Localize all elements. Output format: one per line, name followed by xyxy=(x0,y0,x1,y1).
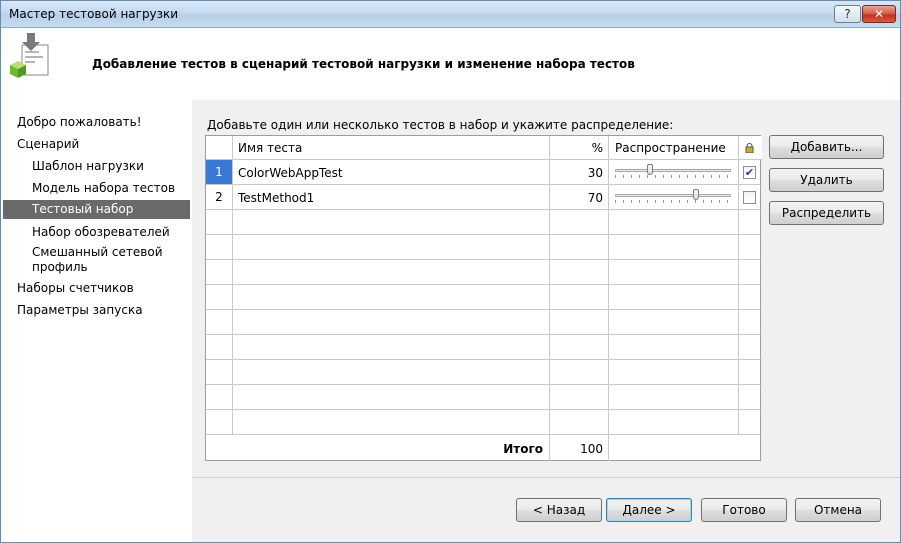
empty-cell[interactable] xyxy=(739,385,762,410)
empty-cell[interactable] xyxy=(739,235,762,260)
nav-item-scenario[interactable]: Сценарий xyxy=(3,137,190,152)
row-number-cell[interactable] xyxy=(206,285,233,310)
column-header-percent[interactable]: % xyxy=(550,136,609,160)
help-button[interactable]: ? xyxy=(834,5,861,23)
column-header-distribution[interactable]: Распространение xyxy=(609,136,739,160)
wizard-nav: Добро пожаловать! Сценарий Шаблон нагруз… xyxy=(1,100,191,542)
finish-button[interactable]: Готово xyxy=(701,498,787,522)
empty-cell[interactable] xyxy=(550,360,609,385)
distribute-button[interactable]: Распределить xyxy=(769,201,884,225)
next-button[interactable]: Далее > xyxy=(606,498,692,522)
slider-thumb[interactable] xyxy=(646,164,653,175)
empty-cell[interactable] xyxy=(233,410,550,435)
row-number-cell[interactable]: 1 xyxy=(206,160,233,185)
row-number-cell[interactable] xyxy=(206,385,233,410)
row-number-cell[interactable] xyxy=(206,335,233,360)
distribution-slider[interactable] xyxy=(609,185,739,210)
empty-cell[interactable] xyxy=(233,335,550,360)
nav-item-browser-mix[interactable]: Набор обозревателей xyxy=(3,225,190,240)
lock-icon xyxy=(745,143,754,153)
empty-cell[interactable] xyxy=(233,210,550,235)
empty-cell[interactable] xyxy=(233,310,550,335)
empty-cell[interactable] xyxy=(739,310,762,335)
total-value-cell: 100 xyxy=(550,435,609,461)
empty-cell[interactable] xyxy=(609,335,739,360)
row-number-cell[interactable] xyxy=(206,210,233,235)
row-number-cell[interactable] xyxy=(206,410,233,435)
row-number-cell[interactable] xyxy=(206,260,233,285)
nav-item-network-mix[interactable]: Смешанный сетевой профиль xyxy=(3,245,163,275)
row-number-cell[interactable]: 2 xyxy=(206,185,233,210)
test-name-cell[interactable]: ColorWebAppTest xyxy=(233,160,550,185)
empty-cell[interactable] xyxy=(550,285,609,310)
window-title: Мастер тестовой нагрузки xyxy=(9,7,179,21)
wizard-window: Мастер тестовой нагрузки ? ✕ Добавление … xyxy=(0,0,901,543)
total-empty-cell xyxy=(609,435,762,461)
empty-cell[interactable] xyxy=(739,285,762,310)
empty-cell[interactable] xyxy=(609,410,739,435)
empty-cell[interactable] xyxy=(550,385,609,410)
content-panel: Добавьте один или несколько тестов в наб… xyxy=(192,100,900,542)
empty-cell[interactable] xyxy=(233,360,550,385)
empty-cell[interactable] xyxy=(609,285,739,310)
empty-cell[interactable] xyxy=(739,410,762,435)
grid-corner-header xyxy=(206,136,233,160)
empty-cell[interactable] xyxy=(550,260,609,285)
test-name-cell[interactable]: TestMethod1 xyxy=(233,185,550,210)
empty-cell[interactable] xyxy=(739,210,762,235)
empty-cell[interactable] xyxy=(233,235,550,260)
distribution-slider[interactable] xyxy=(609,160,739,185)
empty-cell[interactable] xyxy=(233,260,550,285)
empty-cell[interactable] xyxy=(233,385,550,410)
nav-item-run-settings[interactable]: Параметры запуска xyxy=(3,303,190,318)
row-number-cell[interactable] xyxy=(206,360,233,385)
nav-item-test-mix-model[interactable]: Модель набора тестов xyxy=(3,181,190,196)
nav-item-load-pattern[interactable]: Шаблон нагрузки xyxy=(3,159,190,174)
empty-cell[interactable] xyxy=(739,335,762,360)
add-button[interactable]: Добавить... xyxy=(769,135,884,159)
empty-cell[interactable] xyxy=(609,310,739,335)
empty-cell[interactable] xyxy=(550,210,609,235)
empty-cell[interactable] xyxy=(739,360,762,385)
empty-cell[interactable] xyxy=(609,360,739,385)
test-mix-grid: Имя теста % Распространение 1 ColorWebAp… xyxy=(205,135,762,461)
empty-cell[interactable] xyxy=(550,335,609,360)
lock-checkbox[interactable] xyxy=(743,191,756,204)
empty-cell[interactable] xyxy=(233,285,550,310)
nav-item-welcome[interactable]: Добро пожаловать! xyxy=(3,115,190,130)
empty-cell[interactable] xyxy=(550,310,609,335)
total-label-cell: Итого xyxy=(206,435,550,461)
title-bar[interactable]: Мастер тестовой нагрузки ? ✕ xyxy=(1,1,900,28)
cancel-button[interactable]: Отмена xyxy=(795,498,881,522)
empty-cell[interactable] xyxy=(550,410,609,435)
nav-item-test-mix[interactable]: Тестовый набор xyxy=(3,200,190,219)
column-header-lock[interactable] xyxy=(739,136,762,160)
remove-button[interactable]: Удалить xyxy=(769,168,884,192)
footer-divider xyxy=(192,477,900,478)
empty-cell[interactable] xyxy=(609,210,739,235)
lock-checkbox-cell: ✔ xyxy=(739,160,762,185)
row-number-cell[interactable] xyxy=(206,310,233,335)
empty-cell[interactable] xyxy=(609,385,739,410)
column-header-name[interactable]: Имя теста xyxy=(233,136,550,160)
close-button[interactable]: ✕ xyxy=(862,5,896,23)
test-percent-cell[interactable]: 30 xyxy=(550,160,609,185)
wizard-header: Добавление тестов в сценарий тестовой на… xyxy=(1,29,900,99)
page-title: Добавление тестов в сценарий тестовой на… xyxy=(92,57,635,71)
instruction-text: Добавьте один или несколько тестов в наб… xyxy=(207,118,674,132)
empty-cell[interactable] xyxy=(550,235,609,260)
empty-cell[interactable] xyxy=(739,260,762,285)
lock-checkbox[interactable]: ✔ xyxy=(743,166,756,179)
slider-thumb[interactable] xyxy=(693,189,700,200)
load-test-wizard-icon xyxy=(10,33,49,78)
nav-item-counter-sets[interactable]: Наборы счетчиков xyxy=(3,281,190,296)
empty-cell[interactable] xyxy=(609,235,739,260)
test-percent-cell[interactable]: 70 xyxy=(550,185,609,210)
lock-checkbox-cell xyxy=(739,185,762,210)
empty-cell[interactable] xyxy=(609,260,739,285)
row-number-cell[interactable] xyxy=(206,235,233,260)
back-button[interactable]: < Назад xyxy=(516,498,602,522)
